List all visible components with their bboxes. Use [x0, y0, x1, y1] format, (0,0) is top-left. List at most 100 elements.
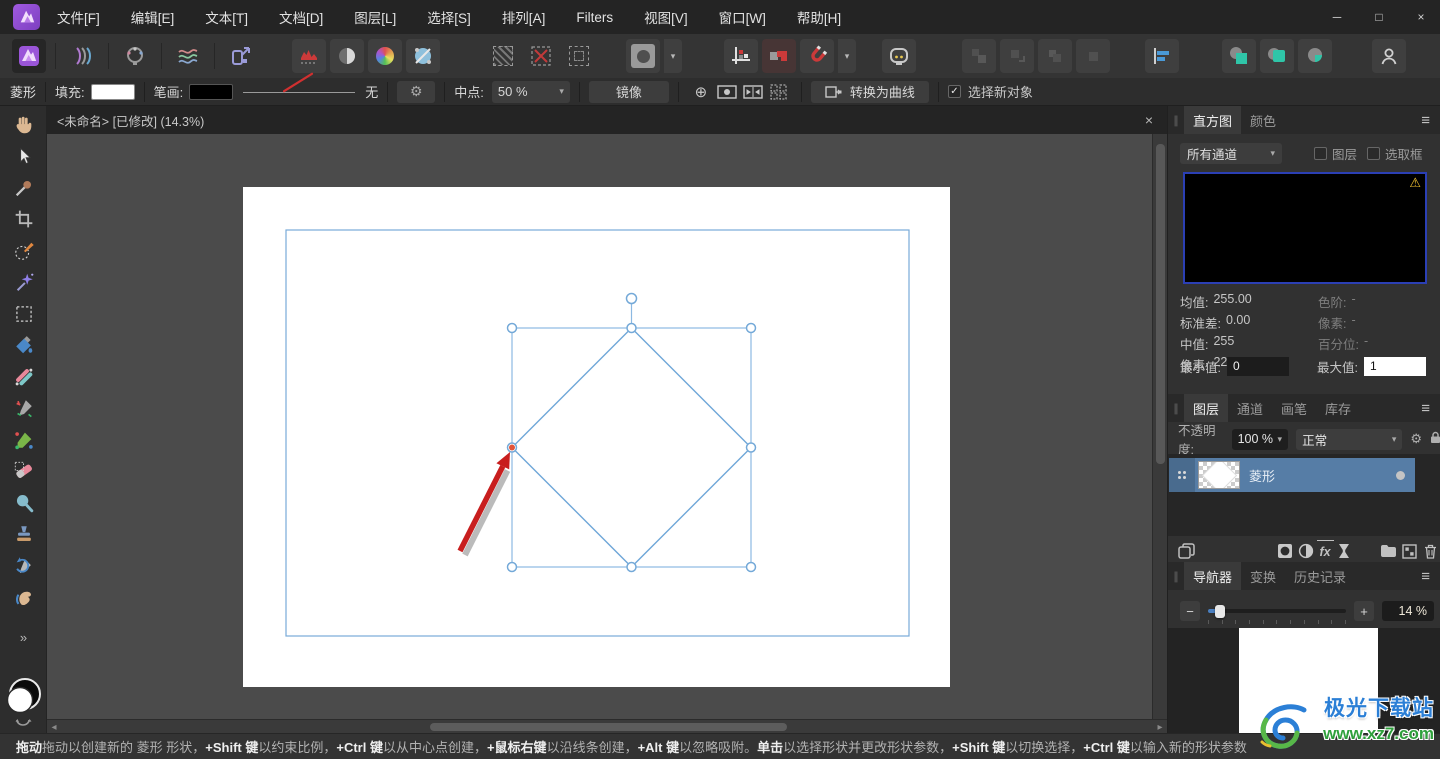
group-layers-icon[interactable] — [1378, 540, 1399, 562]
maximize-button[interactable]: □ — [1370, 10, 1388, 24]
layer-thumbnail[interactable] — [1198, 461, 1240, 489]
pixel-tool[interactable] — [10, 427, 38, 452]
boolean-intersect-button[interactable] — [1298, 39, 1332, 73]
menu-window[interactable]: 窗口[W] — [719, 7, 766, 27]
horizontal-scrollbar-thumb[interactable] — [430, 723, 787, 731]
auto-colors-button[interactable] — [368, 39, 402, 73]
move-tool[interactable] — [10, 144, 38, 169]
select-pixels-button[interactable] — [486, 39, 520, 73]
minimize-button[interactable]: ─ — [1328, 10, 1346, 24]
zoom-value-field[interactable]: 14 % — [1382, 601, 1434, 621]
gradient-tool[interactable] — [10, 364, 38, 389]
grid-toggle-button[interactable] — [724, 39, 758, 73]
export-persona-button[interactable] — [224, 39, 258, 73]
channel-select[interactable]: 所有通道 ▾ — [1180, 142, 1282, 164]
menu-edit[interactable]: 编辑[E] — [131, 7, 175, 27]
adjustment-layer-icon[interactable] — [1296, 540, 1317, 562]
vertical-scrollbar-thumb[interactable] — [1156, 144, 1165, 464]
layer-effects-icon[interactable]: fx — [1316, 540, 1334, 562]
min-value-field[interactable] — [1226, 356, 1289, 376]
select-new-object-checkbox[interactable]: ✓ — [947, 85, 961, 98]
tab-close-icon[interactable]: × — [1145, 112, 1153, 128]
selection-brush-tool[interactable] — [10, 238, 38, 263]
layer-settings-gear-icon[interactable]: ⚙ — [1410, 431, 1422, 447]
panel-grip-icon[interactable]: ∥ — [1168, 562, 1184, 590]
view-tool[interactable] — [10, 112, 38, 137]
close-button[interactable]: × — [1412, 10, 1430, 24]
tone-mapping-persona-button[interactable] — [171, 39, 205, 73]
menu-text[interactable]: 文本[T] — [205, 7, 248, 27]
auto-contrast-button[interactable] — [330, 39, 364, 73]
boolean-subtract-button[interactable] — [1260, 39, 1294, 73]
zoom-out-button[interactable]: − — [1180, 601, 1200, 621]
vertical-scrollbar[interactable] — [1152, 134, 1167, 719]
smudge-tool[interactable] — [10, 585, 38, 610]
panel-grip-icon[interactable]: ∥ — [1168, 394, 1184, 422]
layer-visibility-toggle[interactable] — [1396, 470, 1405, 480]
fill-swatch[interactable] — [90, 83, 135, 100]
snap-to-shape-button[interactable] — [762, 39, 796, 73]
rotation-handle[interactable] — [625, 292, 638, 305]
color-picker-tool[interactable] — [10, 175, 38, 200]
alignment-button[interactable] — [1145, 39, 1179, 73]
menu-filters[interactable]: Filters — [576, 10, 613, 25]
paint-brush-tool[interactable] — [10, 396, 38, 421]
tab-color[interactable]: 颜色 — [1241, 106, 1285, 134]
tab-histogram[interactable]: 直方图 — [1184, 106, 1242, 134]
flood-select-tool[interactable] — [10, 270, 38, 295]
live-filter-icon[interactable] — [1334, 540, 1355, 562]
cycle-origin-button[interactable]: ⊕ — [688, 81, 714, 103]
duplicate-layers-icon[interactable] — [1176, 540, 1197, 562]
midpoint-handle-red-dot[interactable] — [509, 444, 515, 451]
invert-selection-button[interactable] — [562, 39, 596, 73]
move-backward-button[interactable] — [1038, 39, 1072, 73]
marquee-tool[interactable] — [10, 301, 38, 326]
mask-layer-icon[interactable] — [1275, 540, 1296, 562]
auto-levels-button[interactable] — [292, 39, 326, 73]
snapping-dropdown[interactable]: ▾ — [838, 39, 856, 73]
more-tools-button[interactable]: » — [0, 630, 47, 645]
zoom-slider-thumb[interactable] — [1215, 605, 1225, 618]
snap-grid-button[interactable] — [766, 81, 792, 103]
midpoint-select[interactable]: 50 % ▾ — [491, 80, 570, 103]
blend-mode-select[interactable]: 正常 ▾ — [1296, 428, 1403, 450]
move-forward-button[interactable] — [1000, 39, 1034, 73]
opacity-select[interactable]: 100 % ▾ — [1231, 428, 1289, 450]
flip-horizontal-button[interactable] — [740, 81, 766, 103]
auto-white-balance-button[interactable] — [406, 39, 440, 73]
zoom-in-button[interactable]: + — [1354, 601, 1374, 621]
scroll-right-icon[interactable]: ▸ — [1153, 720, 1167, 734]
tab-channels[interactable]: 通道 — [1228, 394, 1272, 422]
navigator-menu-icon[interactable]: ≡ — [1421, 562, 1430, 590]
color-well[interactable] — [3, 676, 44, 726]
tab-transform[interactable]: 变换 — [1241, 562, 1285, 590]
menu-layer[interactable]: 图层[L] — [354, 7, 396, 27]
erase-tool[interactable] — [10, 459, 38, 484]
zoom-slider[interactable] — [1208, 601, 1346, 624]
max-value-field[interactable] — [1363, 356, 1426, 376]
deselect-button[interactable] — [524, 39, 558, 73]
stroke-properties-button[interactable]: ⚙ — [397, 80, 436, 103]
menu-document[interactable]: 文档[D] — [279, 7, 323, 27]
layers-menu-icon[interactable]: ≡ — [1421, 394, 1430, 422]
quick-mask-dropdown[interactable]: ▾ — [664, 39, 682, 73]
histogram-menu-icon[interactable]: ≡ — [1421, 106, 1430, 134]
stroke-width-slider[interactable] — [243, 72, 356, 100]
horizontal-scrollbar[interactable]: ◂ ▸ — [47, 719, 1167, 733]
move-to-front-button[interactable] — [962, 39, 996, 73]
crop-tool[interactable] — [10, 207, 38, 232]
canvas-viewport[interactable] — [47, 134, 1152, 719]
menu-arrange[interactable]: 排列[A] — [502, 7, 546, 27]
convert-to-curves-button[interactable]: 转换为曲线 — [810, 80, 929, 103]
new-pattern-layer-icon[interactable] — [1399, 540, 1420, 562]
liquify-persona-button[interactable] — [65, 39, 99, 73]
tab-layers[interactable]: 图层 — [1184, 394, 1229, 422]
navigator-preview[interactable] — [1168, 628, 1440, 733]
blur-tool[interactable] — [10, 490, 38, 515]
develop-persona-button[interactable] — [118, 39, 152, 73]
delete-layer-trash-icon[interactable] — [1420, 540, 1440, 562]
document-tab[interactable]: <未命名> [已修改] (14.3%) — [47, 111, 204, 130]
flood-fill-tool[interactable] — [10, 333, 38, 358]
tab-brushes[interactable]: 画笔 — [1272, 394, 1316, 422]
lock-icon[interactable] — [1430, 431, 1440, 447]
